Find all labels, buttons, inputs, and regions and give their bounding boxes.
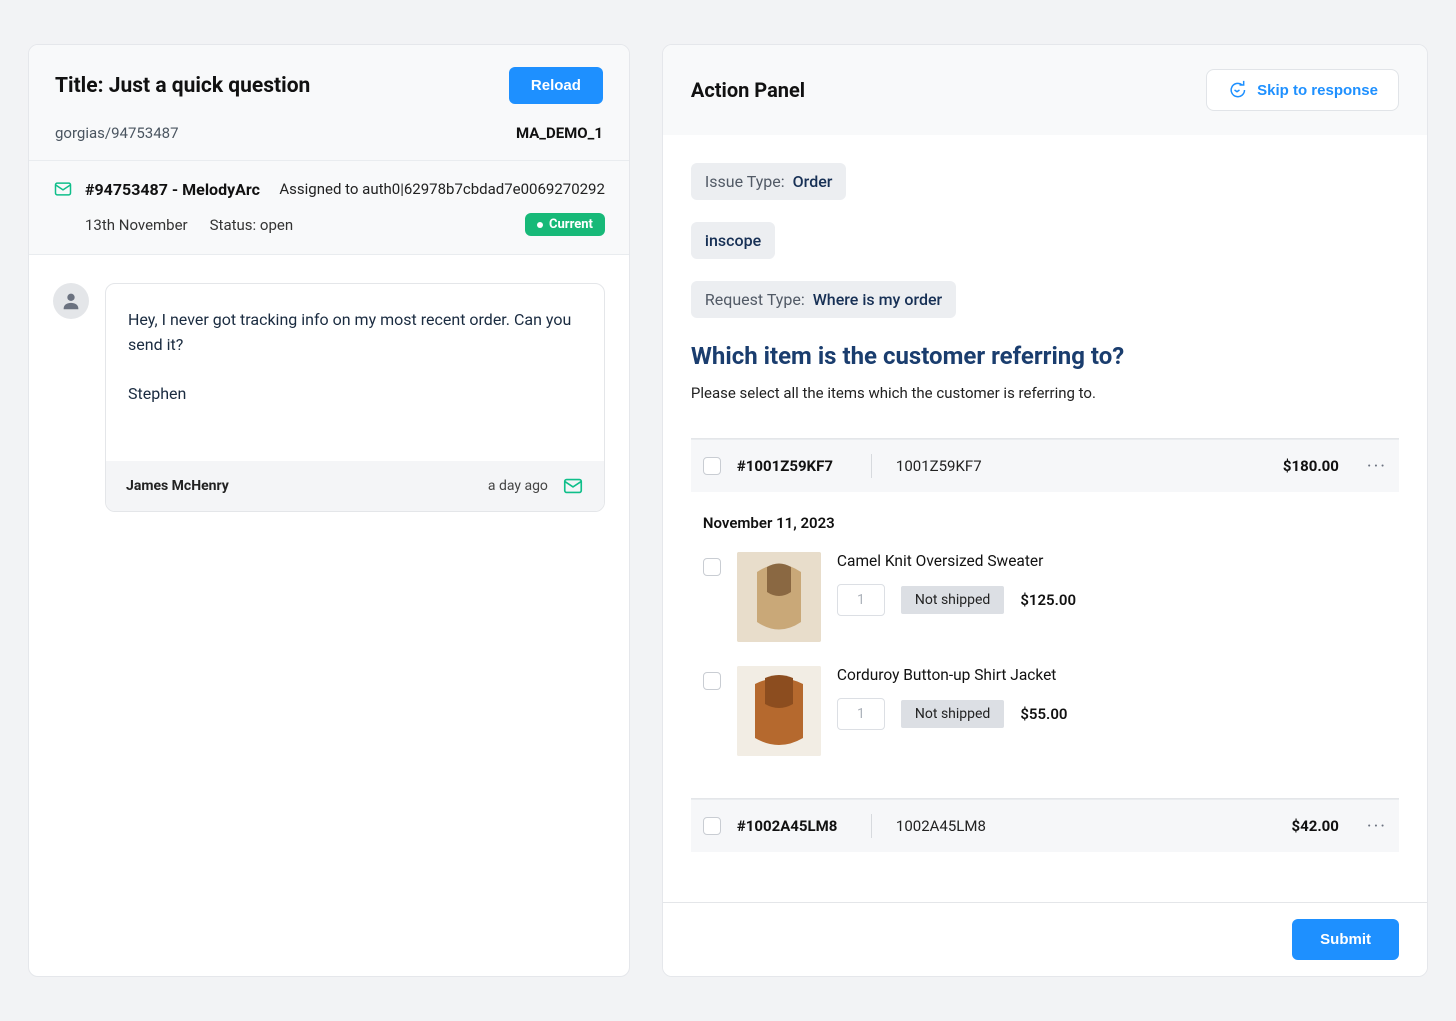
question-heading: Which item is the customer referring to? [691,342,1399,370]
scope-tag: inscope [691,222,775,259]
skip-label: Skip to response [1257,82,1378,99]
order-ref: 1002A45LM8 [896,817,1276,835]
divider [871,814,872,838]
skip-icon [1227,80,1247,100]
order-total: $180.00 [1283,457,1339,475]
person-icon [60,290,82,312]
message-body: Hey, I never got tracking info on my mos… [106,284,604,461]
product-thumbnail [737,552,821,642]
skip-to-response-button[interactable]: Skip to response [1206,69,1399,111]
item-qty[interactable]: 1 [837,698,885,730]
product-thumbnail [737,666,821,756]
item-title: Corduroy Button-up Shirt Jacket [837,666,1387,684]
ticket-header: Title: Just a quick question Reload gorg… [29,45,629,161]
order-block: #1002A45LM8 1002A45LM8 $42.00 ··· [691,798,1399,852]
order-block: #1001Z59KF7 1001Z59KF7 $180.00 ··· Novem… [691,438,1399,774]
reload-button[interactable]: Reload [509,67,603,104]
question-subtext: Please select all the items which the cu… [691,384,1399,402]
item-price: $55.00 [1020,705,1067,723]
line-item: Camel Knit Oversized Sweater 1 Not shipp… [691,546,1399,660]
order-number: #1002A45LM8 [737,817,847,835]
line-item: Corduroy Button-up Shirt Jacket 1 Not sh… [691,660,1399,774]
order-header: #1001Z59KF7 1001Z59KF7 $180.00 ··· [691,439,1399,492]
message-sender: James McHenry [126,478,229,494]
ticket-date: 13th November [85,216,188,234]
current-badge: Current [525,213,605,236]
message-area: Hey, I never got tracking info on my mos… [29,255,629,540]
order-date: November 11, 2023 [691,492,1399,546]
action-panel-body: Issue Type: Order inscope Request Type: … [663,135,1427,902]
request-type-tag: Request Type: Where is my order [691,281,956,318]
more-icon[interactable]: ··· [1367,816,1387,837]
order-total: $42.00 [1292,817,1339,835]
message-footer: James McHenry a day ago [106,461,604,511]
action-panel: Action Panel Skip to response Issue Type… [662,44,1428,977]
ticket-source: gorgias/94753487 [55,124,179,142]
order-number: #1001Z59KF7 [737,457,847,475]
divider [871,454,872,478]
action-panel-header: Action Panel Skip to response [663,45,1427,135]
item-qty[interactable]: 1 [837,584,885,616]
item-title: Camel Knit Oversized Sweater [837,552,1387,570]
order-ref: 1001Z59KF7 [896,457,1267,475]
demo-tag: MA_DEMO_1 [516,124,603,142]
mail-icon [562,475,584,497]
ticket-meta: #94753487 - MelodyArc Assigned to auth0|… [29,161,629,255]
ticket-status: Status: open [210,216,293,234]
submit-button[interactable]: Submit [1292,919,1399,960]
order-checkbox[interactable] [703,817,721,835]
ship-status-badge: Not shipped [901,700,1004,728]
order-header: #1002A45LM8 1002A45LM8 $42.00 ··· [691,799,1399,852]
action-panel-title: Action Panel [691,78,805,102]
item-price: $125.00 [1020,591,1076,609]
message-time: a day ago [488,478,548,494]
item-checkbox[interactable] [703,672,721,690]
ticket-id: #94753487 - MelodyArc [85,180,260,199]
avatar [53,283,89,319]
order-checkbox[interactable] [703,457,721,475]
more-icon[interactable]: ··· [1367,456,1387,477]
mail-icon [53,179,73,199]
issue-type-tag: Issue Type: Order [691,163,847,200]
item-checkbox[interactable] [703,558,721,576]
ticket-panel: Title: Just a quick question Reload gorg… [28,44,630,977]
assigned-to: Assigned to auth0|62978b7cbdad7e00692702… [279,180,605,198]
action-panel-footer: Submit [663,902,1427,976]
message-card: Hey, I never got tracking info on my mos… [105,283,605,512]
ticket-title: Title: Just a quick question [55,74,310,98]
ship-status-badge: Not shipped [901,586,1004,614]
